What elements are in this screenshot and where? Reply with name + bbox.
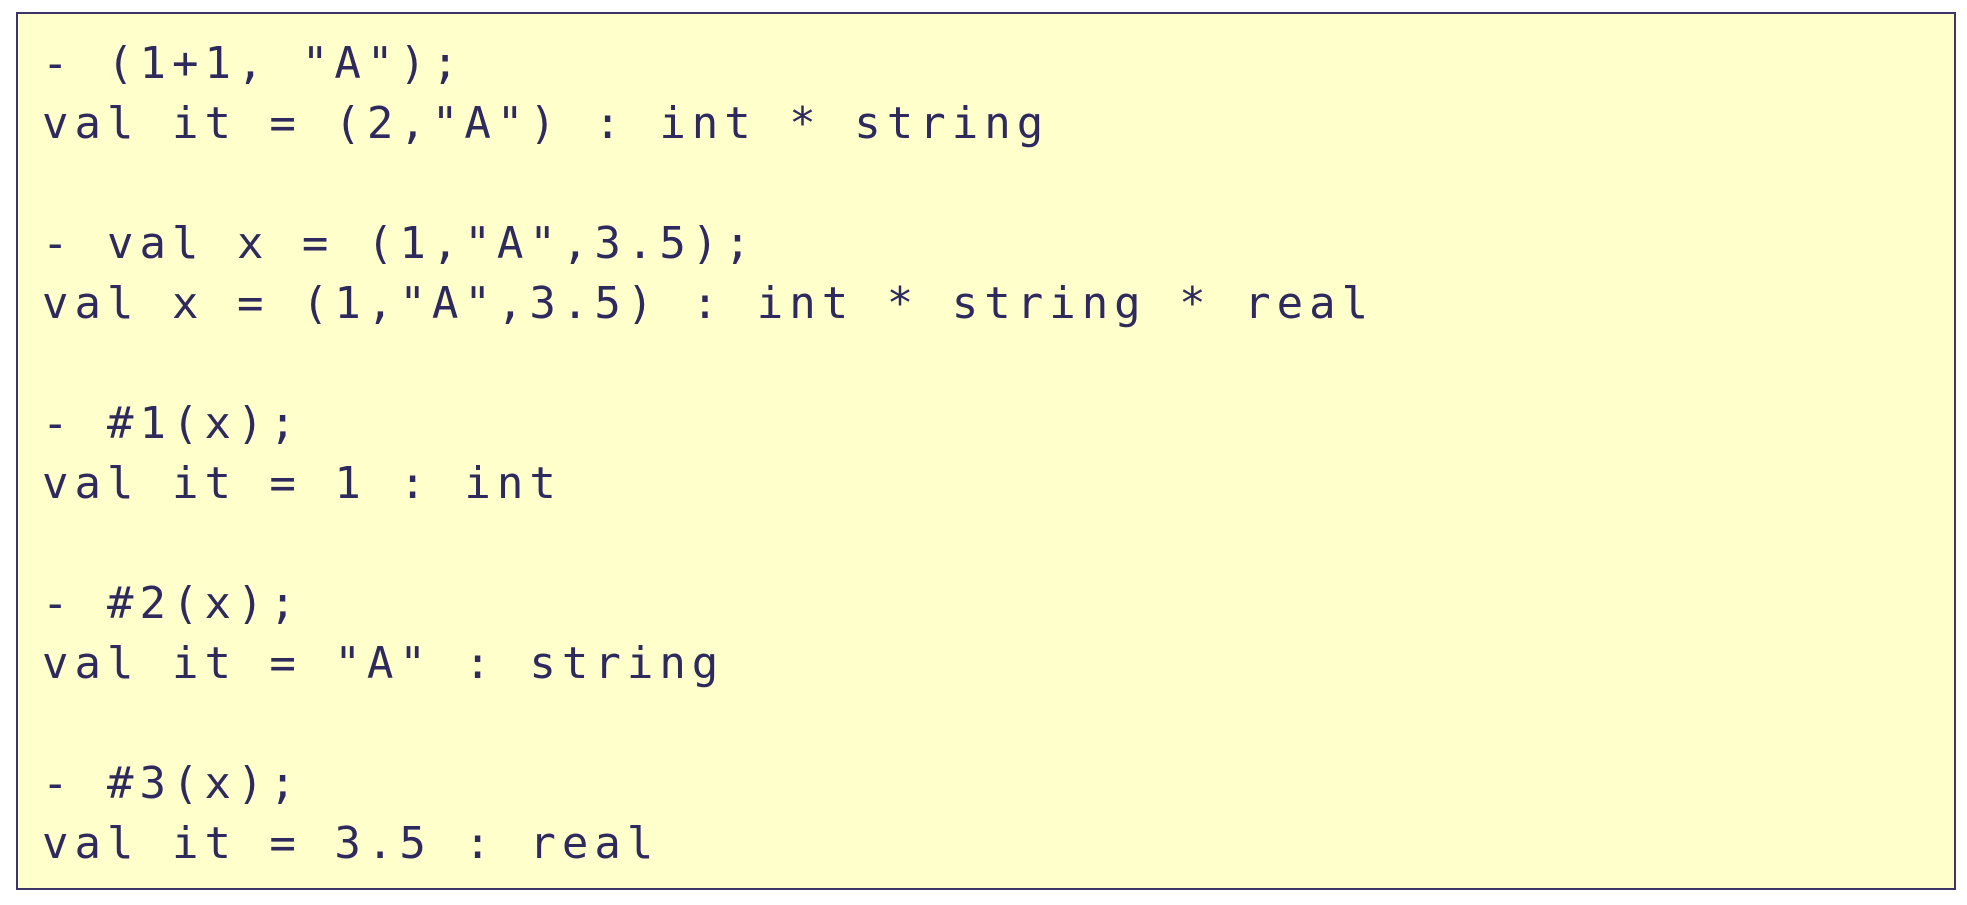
repl-output-line: val it = (2,"A") : int * string	[42, 98, 1050, 149]
repl-output-line: val it = 3.5 : real	[42, 818, 660, 869]
repl-input-line: - #1(x);	[42, 398, 302, 449]
repl-output-line: val it = 1 : int	[42, 458, 562, 509]
repl-input-line: - #2(x);	[42, 578, 302, 629]
repl-output-line: val x = (1,"A",3.5) : int * string * rea…	[42, 278, 1375, 329]
repl-input-line: - #3(x);	[42, 758, 302, 809]
code-listing-box: - (1+1, "A"); val it = (2,"A") : int * s…	[16, 12, 1956, 890]
repl-entry-4: - #2(x); val it = "A" : string	[42, 574, 1954, 694]
repl-entry-2: - val x = (1,"A",3.5); val x = (1,"A",3.…	[42, 214, 1954, 334]
repl-entry-5: - #3(x); val it = 3.5 : real	[42, 754, 1954, 874]
repl-output-line: val it = "A" : string	[42, 638, 725, 689]
repl-input-line: - (1+1, "A");	[42, 38, 465, 89]
repl-entry-1: - (1+1, "A"); val it = (2,"A") : int * s…	[42, 34, 1954, 154]
repl-input-line: - val x = (1,"A",3.5);	[42, 218, 757, 269]
repl-entry-3: - #1(x); val it = 1 : int	[42, 394, 1954, 514]
